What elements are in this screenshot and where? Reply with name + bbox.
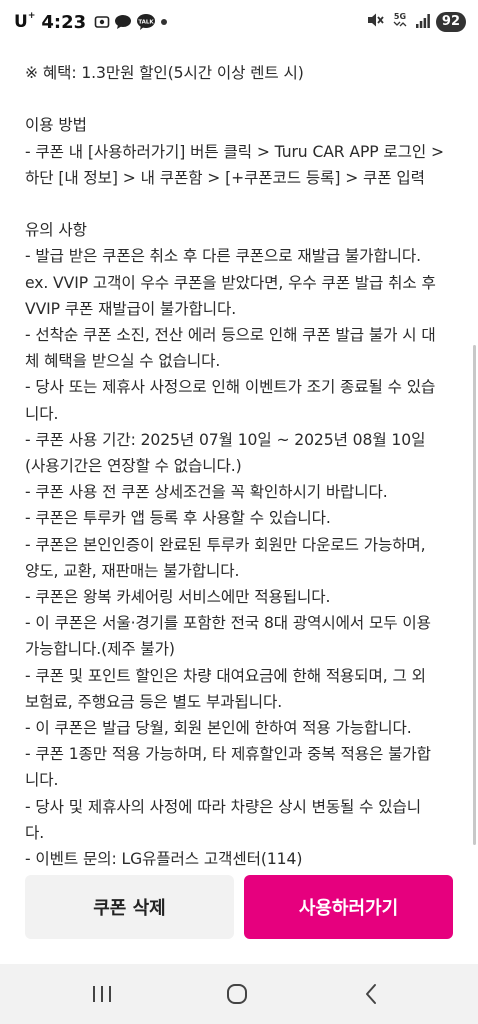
network-5g-icon: 5G [390,11,410,33]
chat-bubble-icon [114,14,132,30]
battery-indicator: 92 [435,12,466,32]
system-icons: 5G 92 [366,11,466,33]
detail-line: 양도, 교환, 재판매는 불가합니다. [25,561,240,580]
detail-line: - 쿠폰은 투루카 앱 등록 후 사용할 수 있습니다. [25,509,331,528]
detail-line: - 쿠폰 1종만 적용 가능하며, 타 제휴할인과 중복 적용은 불가합 [25,745,431,764]
detail-line: 다. [25,823,45,842]
detail-line: 이용 방법 [25,116,87,135]
coupon-details-text: ※ 혜택: 1.3만원 할인(5시간 이상 렌트 시) 이용 방법 - 쿠폰 내 [… [25,60,454,875]
detail-line: - 쿠폰은 본인인증이 완료된 투루카 회원만 다운로드 가능하며, [25,535,426,554]
carrier-label: U+ [14,11,36,32]
detail-line: - 쿠폰은 왕복 카셰어링 서비스에만 적용됩니다. [25,588,331,607]
detail-line: - 쿠폰 사용 전 쿠폰 상세조건을 꼭 확인하시기 바랍니다. [25,483,388,502]
detail-line: ex. VVIP 고객이 우수 쿠폰을 받았다면, 우수 쿠폰 발급 취소 후 [25,273,436,292]
detail-line: - 선착순 쿠폰 소진, 전산 에러 등으로 인해 쿠폰 발급 불가 시 대 [25,326,436,344]
kakaotalk-icon: TALK [136,13,156,31]
coupon-details-content[interactable]: ※ 혜택: 1.3만원 할인(5시간 이상 렌트 시) 이용 방법 - 쿠폰 내 [… [0,44,478,875]
status-bar: U+ 4:23 TALK 5G 92 [0,0,478,44]
scrollbar[interactable] [473,345,476,845]
detail-line: ※ 혜택: 1.3만원 할인(5시간 이상 렌트 시) [25,64,304,82]
dot-icon [160,18,168,26]
use-coupon-button[interactable]: 사용하러가기 [244,875,453,939]
detail-line: VVIP 쿠폰 재발급이 불가합니다. [25,299,237,318]
detail-line: 가능합니다.(제주 불가) [25,640,175,659]
detail-line: 보험료, 주행요금 등은 별도 부과됩니다. [25,692,283,711]
detail-line: - 이 쿠폰은 발급 당월, 회원 본인에 한하여 적용 가능합니다. [25,719,412,738]
detail-line: - 쿠폰 내 [사용하러가기] 버튼 클릭 > Turu CAR APP 로그인… [25,142,444,161]
signal-icon [415,13,430,32]
system-navigation-bar [0,964,478,1024]
detail-line: - 쿠폰 사용 기간: 2025년 07월 10일 ~ 2025년 08월 10… [25,430,426,449]
recent-apps-icon[interactable] [82,980,122,1008]
detail-line: - 당사 또는 제휴사 사정으로 인해 이벤트가 조기 종료될 수 있습 [25,378,436,397]
network-label: 5G [394,12,406,21]
detail-line: - 당사 및 제휴사의 사정에 따라 차량은 상시 변동될 수 있습니 [25,797,422,816]
detail-line: - 쿠폰 및 포인트 할인은 차량 대여요금에 한해 적용되며, 그 외 [25,666,426,685]
back-icon[interactable] [351,980,391,1008]
detail-line: 니다. [25,404,59,423]
mute-icon [366,12,384,32]
notification-icons: TALK [94,13,168,31]
detail-line: 니다. [25,771,59,790]
detail-line: 하단 [내 정보] > 내 쿠폰함 > [+쿠폰코드 등록] > 쿠폰 입력 [25,168,425,187]
detail-line: (사용기간은 연장할 수 없습니다.) [25,457,242,476]
home-icon[interactable] [217,980,257,1008]
talk-label: TALK [138,20,154,26]
detail-line: 체 혜택을 받으실 수 없습니다. [25,352,221,371]
delete-coupon-button[interactable]: 쿠폰 삭제 [25,875,234,939]
detail-line: 유의 사항 [25,221,87,240]
bottom-action-bar: 쿠폰 삭제 사용하러가기 [0,868,478,964]
clock: 4:23 [41,11,87,33]
screenshot-icon [94,14,110,30]
detail-line: - 이 쿠폰은 서울·경기를 포함한 전국 8대 광역시에서 모두 이용 [25,614,431,633]
detail-line: - 발급 받은 쿠폰은 취소 후 다른 쿠폰으로 재발급 불가합니다. [25,247,422,266]
